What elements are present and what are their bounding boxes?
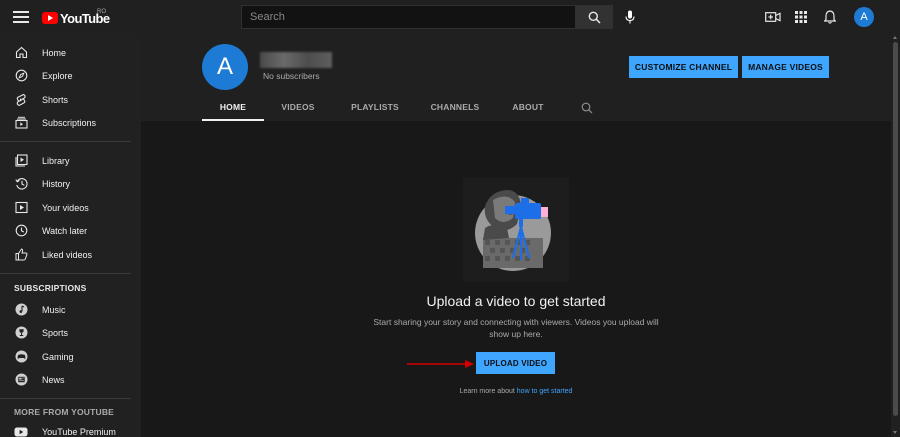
sidebar-item-label: Home xyxy=(42,47,67,58)
sidebar-item-label: Gaming xyxy=(42,351,74,362)
sidebar: Home Explore Shorts Subscriptions Librar… xyxy=(0,34,141,437)
sidebar-item-label: Watch later xyxy=(42,225,88,236)
tab-home[interactable]: HOME xyxy=(202,97,264,121)
sidebar-item-home[interactable]: Home xyxy=(0,41,141,64)
scroll-down-arrow-icon[interactable] xyxy=(893,431,897,434)
empty-state-description: Start sharing your story and connecting … xyxy=(373,317,659,339)
mic-icon xyxy=(625,10,635,24)
sidebar-divider xyxy=(0,141,131,142)
sidebar-item-label: Subscriptions xyxy=(42,117,97,128)
learn-more-text: Learn more about how to get started xyxy=(141,388,891,395)
your-videos-icon xyxy=(14,201,28,215)
search-bar xyxy=(241,5,613,29)
gaming-icon xyxy=(14,350,28,364)
search-button[interactable] xyxy=(576,5,613,29)
search-icon xyxy=(588,11,601,24)
page-scrollbar[interactable] xyxy=(891,34,900,437)
apps-icon[interactable] xyxy=(792,8,810,26)
empty-state-title: Upload a video to get started xyxy=(426,293,606,309)
top-bar: YouTube RO A xyxy=(0,0,900,34)
sidebar-item-youtube-premium[interactable]: YouTube Premium xyxy=(0,420,141,437)
sidebar-item-gaming[interactable]: Gaming xyxy=(0,345,141,368)
learn-more-prefix: Learn more about xyxy=(459,388,515,395)
sports-trophy-icon xyxy=(14,326,28,340)
sidebar-item-label: Library xyxy=(42,155,70,166)
how-to-get-started-link[interactable]: how to get started xyxy=(517,388,573,395)
shorts-icon xyxy=(14,93,28,107)
sidebar-item-history[interactable]: History xyxy=(0,172,141,195)
camera-operator-illustration xyxy=(463,178,569,282)
scroll-up-arrow-icon[interactable] xyxy=(893,36,897,39)
channel-search-icon[interactable] xyxy=(581,101,594,114)
sidebar-item-watch-later[interactable]: Watch later xyxy=(0,219,141,242)
sidebar-item-liked-videos[interactable]: Liked videos xyxy=(0,243,141,266)
customize-channel-button[interactable]: CUSTOMIZE CHANNEL xyxy=(629,56,738,78)
account-avatar[interactable]: A xyxy=(854,7,874,27)
sidebar-item-subscriptions[interactable]: Subscriptions xyxy=(0,111,141,134)
menu-icon[interactable] xyxy=(13,9,29,25)
music-icon xyxy=(14,303,28,317)
explore-icon xyxy=(14,69,28,83)
notifications-icon[interactable] xyxy=(821,8,839,26)
sidebar-item-label: Liked videos xyxy=(42,249,93,260)
youtube-premium-icon xyxy=(14,425,28,437)
voice-search-button[interactable] xyxy=(619,6,641,28)
sidebar-item-music[interactable]: Music xyxy=(0,298,141,321)
sidebar-item-label: News xyxy=(42,374,65,385)
tab-playlists[interactable]: PLAYLISTS xyxy=(342,97,408,121)
sidebar-item-label: Shorts xyxy=(42,94,69,105)
channel-name-redacted xyxy=(260,52,332,68)
sidebar-item-explore[interactable]: Explore xyxy=(0,64,141,87)
tab-about[interactable]: ABOUT xyxy=(502,97,554,121)
sidebar-item-label: Music xyxy=(42,304,66,315)
history-icon xyxy=(14,177,28,191)
library-icon xyxy=(14,154,28,168)
subscriptions-icon xyxy=(14,116,28,130)
sidebar-item-sports[interactable]: Sports xyxy=(0,321,141,344)
sidebar-divider xyxy=(0,398,131,399)
sidebar-item-label: YouTube Premium xyxy=(42,426,116,437)
create-video-icon[interactable] xyxy=(764,8,782,26)
watch-later-icon xyxy=(14,224,28,238)
channel-header: A No subscribers CUSTOMIZE CHANNEL MANAG… xyxy=(141,34,891,121)
more-from-youtube-heading: MORE FROM YOUTUBE xyxy=(14,407,115,417)
sidebar-item-shorts[interactable]: Shorts xyxy=(0,88,141,111)
sidebar-item-label: Explore xyxy=(42,70,73,81)
sidebar-item-label: Sports xyxy=(42,327,69,338)
sidebar-item-news[interactable]: News xyxy=(0,368,141,391)
sidebar-item-library[interactable]: Library xyxy=(0,149,141,172)
tab-channels[interactable]: CHANNELS xyxy=(422,97,488,121)
sidebar-item-label: Your videos xyxy=(42,202,89,213)
manage-videos-button[interactable]: MANAGE VIDEOS xyxy=(742,56,829,78)
subscriber-count: No subscribers xyxy=(263,71,320,81)
home-icon xyxy=(14,46,28,60)
sidebar-item-label: History xyxy=(42,178,71,189)
news-icon xyxy=(14,373,28,387)
upload-video-button[interactable]: UPLOAD VIDEO xyxy=(476,352,555,374)
channel-avatar[interactable]: A xyxy=(202,44,248,90)
search-input[interactable] xyxy=(241,5,576,29)
scrollbar-thumb[interactable] xyxy=(893,42,898,416)
red-arrow-annotation xyxy=(407,360,474,368)
youtube-play-icon xyxy=(42,12,58,24)
sidebar-item-your-videos[interactable]: Your videos xyxy=(0,196,141,219)
liked-videos-icon xyxy=(14,248,28,262)
region-code: RO xyxy=(97,9,106,15)
tab-videos[interactable]: VIDEOS xyxy=(270,97,326,121)
sidebar-divider xyxy=(0,273,131,274)
channel-content: Upload a video to get started Start shar… xyxy=(141,121,891,437)
subscriptions-heading: SUBSCRIPTIONS xyxy=(14,283,87,293)
